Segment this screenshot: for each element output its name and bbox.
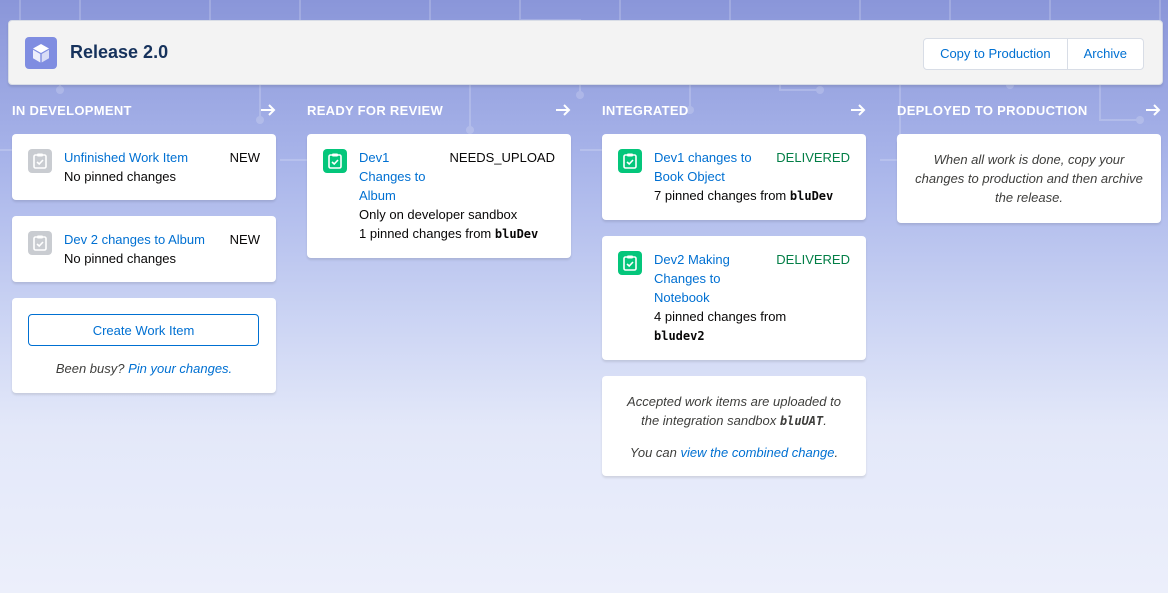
clipboard-icon: [323, 149, 347, 173]
combined-change-line: You can view the combined change.: [618, 443, 850, 462]
pinned-changes-text: 4 pinned changes from bludev2: [654, 307, 804, 346]
sandbox-name: bluUAT: [779, 414, 824, 428]
work-item-link[interactable]: Dev2 Making Changes to Notebook: [654, 250, 749, 307]
work-item-card: Unfinished Work Item NEW No pinned chang…: [12, 134, 276, 200]
column-title: DEPLOYED TO PRODUCTION: [897, 102, 1088, 118]
header-button-group: Copy to Production Archive: [923, 38, 1144, 70]
pin-changes-hint: Been busy? Pin your changes.: [28, 361, 260, 376]
pinned-changes-text: 7 pinned changes from bluDev: [654, 186, 850, 206]
busy-text: Been busy?: [55, 361, 125, 376]
pinned-changes-count: 1 pinned changes from: [359, 226, 492, 241]
sandbox-name: bluDev: [789, 189, 834, 203]
column-in-development: IN DEVELOPMENT Unfinished Work Item NEW …: [12, 100, 276, 409]
pinned-changes-count: 4 pinned changes from: [654, 309, 787, 324]
integration-note: Accepted work items are uploaded to the …: [602, 376, 866, 476]
work-item-detail: Only on developer sandbox: [359, 207, 518, 222]
work-item-detail: No pinned changes: [64, 251, 177, 266]
cube-icon: [25, 36, 57, 69]
column-deployed-to-production: DEPLOYED TO PRODUCTION When all work is …: [897, 100, 1161, 239]
arrow-right-icon[interactable]: [260, 102, 276, 118]
work-item-card: Dev2 Making Changes to Notebook DELIVERE…: [602, 236, 866, 360]
column-integrated: INTEGRATED Dev1 changes to Book Object D…: [602, 100, 866, 492]
release-header: Release 2.0 Copy to Production Archive: [8, 20, 1163, 85]
pin-changes-link[interactable]: Pin your changes.: [128, 361, 232, 376]
copy-to-production-button[interactable]: Copy to Production: [924, 39, 1068, 69]
column-title: INTEGRATED: [602, 102, 689, 118]
work-item-link[interactable]: Dev1 Changes to Album: [359, 148, 442, 205]
pinned-changes-text: 1 pinned changes from bluDev: [359, 224, 555, 244]
column-title: READY FOR REVIEW: [307, 102, 444, 118]
sandbox-name: bluDev: [494, 227, 539, 241]
work-item-detail: No pinned changes: [64, 169, 177, 184]
combined-change-text: You can: [629, 445, 677, 460]
status-badge: DELIVERED: [776, 252, 850, 267]
column-ready-for-review: READY FOR REVIEW Dev1 Changes to Album N…: [307, 100, 571, 274]
column-title: IN DEVELOPMENT: [12, 102, 132, 118]
integration-note-line: Accepted work items are uploaded to the …: [618, 392, 850, 431]
status-badge: NEW: [229, 150, 260, 165]
work-item-link[interactable]: Dev 2 changes to Album: [64, 230, 205, 249]
pinned-changes-count: 7 pinned changes from: [654, 188, 787, 203]
clipboard-icon: [618, 251, 642, 275]
combined-change-period: .: [834, 445, 839, 460]
work-item-card: Dev1 Changes to Album NEEDS_UPLOAD Only …: [307, 134, 571, 258]
work-item-card: Dev 2 changes to Album NEW No pinned cha…: [12, 216, 276, 282]
archive-button[interactable]: Archive: [1067, 39, 1143, 69]
arrow-right-icon[interactable]: [555, 102, 571, 118]
clipboard-icon: [618, 149, 642, 173]
clipboard-icon: [28, 149, 52, 173]
deployment-note: When all work is done, copy your changes…: [897, 134, 1161, 223]
create-work-item-card: Create Work Item Been busy? Pin your cha…: [12, 298, 276, 393]
status-badge: DELIVERED: [776, 150, 850, 165]
status-badge: NEW: [229, 232, 260, 247]
create-work-item-button[interactable]: Create Work Item: [28, 314, 259, 346]
status-badge: NEEDS_UPLOAD: [449, 150, 555, 165]
arrow-right-icon[interactable]: [1145, 102, 1161, 118]
arrow-right-icon[interactable]: [850, 102, 866, 118]
work-item-link[interactable]: Unfinished Work Item: [64, 148, 188, 167]
page-title: Release 2.0: [70, 42, 169, 62]
sandbox-name: bludev2: [654, 329, 705, 343]
view-combined-change-link[interactable]: view the combined change: [681, 445, 835, 460]
work-item-card: Dev1 changes to Book Object DELIVERED 7 …: [602, 134, 866, 220]
work-item-link[interactable]: Dev1 changes to Book Object: [654, 148, 764, 186]
clipboard-icon: [28, 231, 52, 255]
integration-period: .: [823, 413, 827, 428]
